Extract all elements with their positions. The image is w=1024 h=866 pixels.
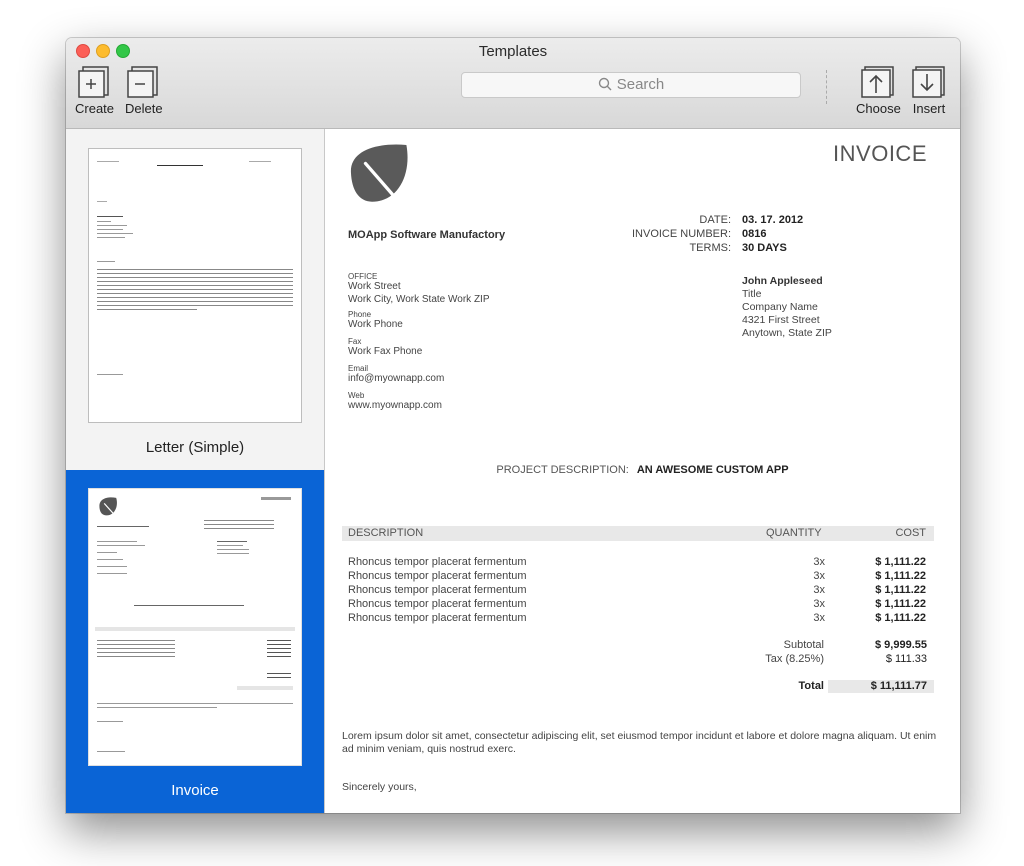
row-quantity: 3x [813, 598, 825, 610]
terms-label: TERMS: [689, 242, 731, 254]
row-quantity: 3x [813, 556, 825, 568]
fax-value: Work Fax Phone [348, 346, 423, 357]
insert-label: Insert [912, 101, 946, 116]
row-cost: $ 1,111.22 [875, 584, 926, 596]
office-street: Work Street [348, 281, 401, 292]
date-label: DATE: [699, 214, 731, 226]
office-label: OFFICE [348, 272, 378, 281]
insert-download-icon [912, 66, 945, 98]
search-field[interactable]: Search [461, 72, 801, 98]
choose-button[interactable]: Choose [856, 66, 901, 116]
invoice-notes: Lorem ipsum dolor sit amet, consectetur … [342, 730, 937, 755]
office-city: Work City, Work State Work ZIP [348, 294, 490, 305]
row-quantity: 3x [813, 570, 825, 582]
company-name: MOApp Software Manufactory [348, 229, 506, 241]
client-title: Title [742, 288, 762, 300]
template-label-invoice: Invoice [171, 782, 219, 799]
date-value: 03. 17. 2012 [742, 214, 804, 226]
web-value: www.myownapp.com [348, 400, 442, 411]
invoice-number-label: INVOICE NUMBER: [631, 228, 731, 240]
toolbar-separator [826, 70, 827, 104]
project-value: AN AWESOME CUSTOM APP [636, 464, 789, 476]
total-value: $ 11,111.77 [870, 680, 927, 692]
template-item-letter-simple[interactable]: Letter (Simple) [66, 129, 324, 470]
bill-to-block: John Appleseed Title Company Name 4321 F… [742, 275, 832, 340]
row-description: Rhoncus tempor placerat fermentum [348, 598, 527, 610]
row-cost: $ 1,111.22 [875, 570, 926, 582]
insert-button[interactable]: Insert [912, 66, 946, 116]
table-row: Rhoncus tempor placerat fermentum 3x $ 1… [342, 570, 934, 584]
template-list[interactable]: Letter (Simple) Invoice [66, 129, 325, 813]
choose-label: Choose [856, 101, 901, 116]
invoice-thumbnail [88, 488, 302, 766]
header-cost: COST [895, 527, 926, 539]
create-document-icon [77, 66, 109, 98]
table-row: Rhoncus tempor placerat fermentum 3x $ 1… [342, 598, 934, 612]
table-row: Rhoncus tempor placerat fermentum 3x $ 1… [342, 584, 934, 598]
subtotal-value: $ 9,999.55 [875, 639, 927, 651]
project-description: PROJECT DESCRIPTION: AN AWESOME CUSTOM AP… [325, 464, 960, 476]
delete-button[interactable]: Delete [125, 66, 163, 116]
invoice-preview: INVOICE MOApp Software Manufactory DATE:… [325, 129, 960, 813]
client-company: Company Name [742, 301, 818, 313]
row-quantity: 3x [813, 584, 825, 596]
row-description: Rhoncus tempor placerat fermentum [348, 570, 527, 582]
row-description: Rhoncus tempor placerat fermentum [348, 584, 527, 596]
fax-label: Fax [348, 337, 362, 346]
terms-value: 30 DAYS [742, 242, 787, 254]
row-cost: $ 1,111.22 [875, 612, 926, 624]
table-header: DESCRIPTION QUANTITY COST [342, 526, 934, 541]
letter-thumbnail [88, 148, 302, 423]
web-label: Web [348, 391, 365, 400]
row-cost: $ 1,111.22 [875, 598, 926, 610]
create-button[interactable]: Create [75, 66, 114, 116]
client-city: Anytown, State ZIP [742, 327, 832, 339]
create-label: Create [75, 101, 115, 116]
template-label-letter: Letter (Simple) [145, 439, 245, 456]
email-label: Email [348, 364, 369, 373]
window-title: Templates [478, 43, 548, 60]
tax-value: $ 111.33 [885, 653, 927, 665]
invoice-heading: INVOICE [833, 141, 927, 166]
leaf-logo-icon [350, 144, 408, 207]
phone-value: Work Phone [348, 319, 403, 330]
header-description: DESCRIPTION [348, 527, 424, 539]
title-bar: Templates Create Delete Search Choose In… [66, 38, 960, 129]
search-icon [598, 77, 612, 91]
choose-upload-icon [861, 66, 895, 98]
templates-window: Templates Create Delete Search Choose In… [66, 38, 960, 813]
row-description: Rhoncus tempor placerat fermentum [348, 556, 527, 568]
closing-text: Sincerely yours, [342, 781, 417, 793]
row-cost: $ 1,111.22 [875, 556, 926, 568]
row-quantity: 3x [813, 612, 825, 624]
project-label: PROJECT DESCRIPTION: [496, 464, 629, 476]
tax-label: Tax (8.25%) [765, 653, 824, 665]
search-placeholder: Search [616, 76, 665, 93]
client-name: John Appleseed [742, 275, 823, 287]
client-street: 4321 First Street [742, 314, 820, 326]
total-label: Total [798, 680, 824, 692]
template-item-invoice[interactable]: Invoice [66, 470, 324, 813]
email-value: info@myownapp.com [348, 373, 445, 384]
row-description: Rhoncus tempor placerat fermentum [348, 612, 527, 624]
delete-label: Delete [125, 101, 163, 116]
delete-document-icon [127, 66, 158, 98]
header-quantity: QUANTITY [766, 527, 822, 539]
invoice-number-value: 0816 [742, 228, 767, 240]
phone-label: Phone [348, 310, 372, 319]
subtotal-label: Subtotal [783, 639, 824, 651]
thumbnail-leaf-icon [99, 497, 117, 516]
table-row: Rhoncus tempor placerat fermentum 3x $ 1… [342, 612, 934, 626]
table-row: Rhoncus tempor placerat fermentum 3x $ 1… [342, 556, 934, 570]
